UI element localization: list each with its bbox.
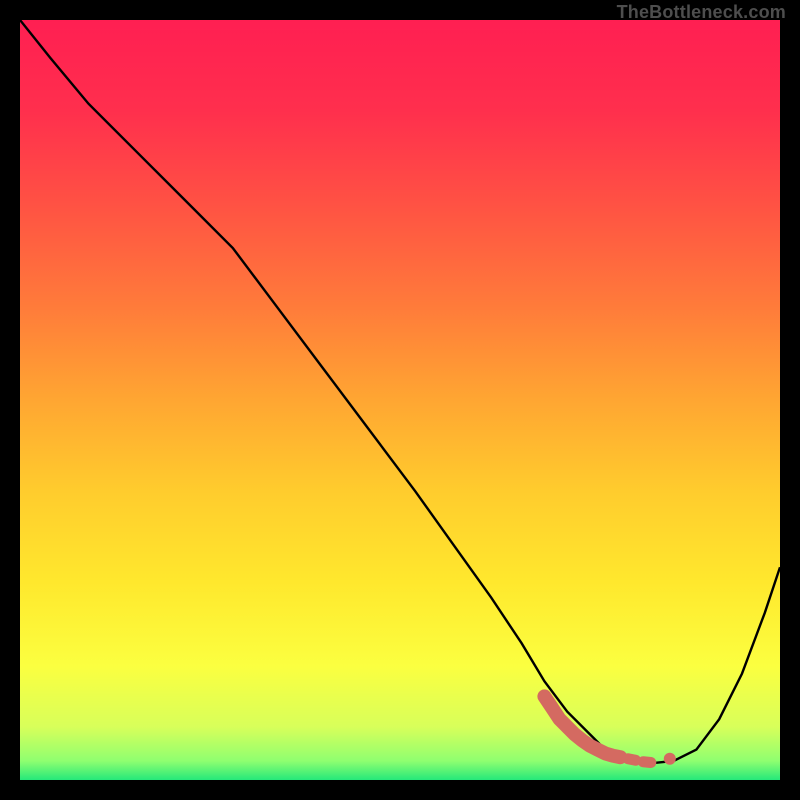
plot-svg [20,20,780,780]
chart-frame: TheBottleneck.com [0,0,800,800]
highlight-segment [643,762,651,763]
highlight-point [664,753,676,765]
gradient-background [20,20,780,780]
plot-area [20,20,780,780]
highlight-segment [628,759,636,761]
